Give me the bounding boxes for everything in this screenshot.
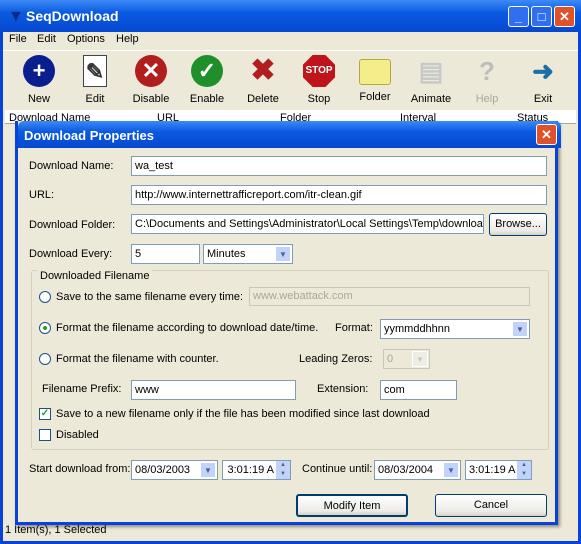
start-date-value: 08/03/2003 <box>135 464 191 476</box>
toolbar-label: Enable <box>189 93 225 105</box>
toolbar-help-button[interactable]: ? Help <box>461 55 513 105</box>
toolbar: + New ✎ Edit ✕ Disable ✓ Enable ✖ Delete STOP Stop F… <box>3 50 578 108</box>
date-format-label: Format the filename according to downloa… <box>56 322 319 334</box>
download-name-label: Download Name: <box>29 160 114 172</box>
spinner-arrows-icon[interactable]: ▲ ▼ <box>276 461 290 479</box>
download-name-input[interactable]: wa_test <box>131 156 547 176</box>
close-button[interactable]: ✕ <box>554 6 575 27</box>
chevron-down-icon: ▼ <box>200 462 216 478</box>
spinner-arrows-icon[interactable]: ▲ ▼ <box>517 461 531 479</box>
url-label: URL: <box>29 189 55 201</box>
toolbar-label: Help <box>475 93 499 105</box>
dialog-title-bar: Download Properties ✕ <box>18 121 561 148</box>
toolbar-label: Animate <box>410 93 452 105</box>
minimize-button[interactable]: _ <box>508 6 529 27</box>
start-download-label: Start download from: <box>29 463 131 475</box>
folder-icon <box>359 59 391 85</box>
check-circle-icon: ✓ <box>191 55 223 87</box>
modified-only-checkbox[interactable]: ✓ <box>39 408 51 420</box>
menu-file[interactable]: File <box>9 33 27 45</box>
chevron-down-icon: ▼ <box>275 246 291 262</box>
leading-zeros-label: Leading Zeros: <box>299 353 373 365</box>
download-folder-label: Download Folder: <box>29 219 116 231</box>
toolbar-label: Exit <box>533 93 553 105</box>
toolbar-new-button[interactable]: + New <box>13 55 65 105</box>
help-icon: ? <box>479 56 495 86</box>
toolbar-edit-button[interactable]: ✎ Edit <box>69 55 121 105</box>
download-every-input[interactable]: 5 <box>131 244 200 264</box>
cancel-button[interactable]: Cancel <box>435 494 547 517</box>
disabled-label: Disabled <box>56 429 99 441</box>
chevron-down-icon: ▼ <box>443 462 459 478</box>
until-date-value: 08/03/2004 <box>378 464 434 476</box>
exit-door-icon: ➜ <box>532 56 554 86</box>
toolbar-label: New <box>27 93 50 105</box>
x-circle-icon: ✕ <box>135 55 167 87</box>
edit-document-icon: ✎ <box>83 55 107 87</box>
browse-button[interactable]: Browse... <box>489 213 547 236</box>
group-label: Downloaded Filename <box>37 270 153 282</box>
radio-same-filename[interactable] <box>39 291 51 303</box>
download-folder-input[interactable]: C:\Documents and Settings\Administrator\… <box>131 214 484 234</box>
toolbar-folder-button[interactable]: Folder <box>349 55 401 103</box>
extension-label: Extension: <box>317 383 369 395</box>
same-filename-label: Save to the same filename every time: <box>56 291 244 303</box>
same-filename-input[interactable]: www.webattack.com <box>249 287 530 306</box>
until-time-value: 3:01:19 A <box>469 464 516 476</box>
interval-unit-select[interactable]: Minutes ▼ <box>203 244 293 264</box>
start-time-spinner[interactable]: 3:01:19 A ▲ ▼ <box>222 460 291 480</box>
title-bar: ▼ SeqDownload _ □ ✕ <box>0 0 581 32</box>
monitor-icon: ▤ <box>418 56 444 86</box>
modified-only-label: Save to a new filename only if the file … <box>56 408 430 420</box>
toolbar-exit-button[interactable]: ➜ Exit <box>517 55 569 105</box>
format-label: Format: <box>335 322 373 334</box>
window-title: SeqDownload <box>26 8 119 24</box>
until-time-spinner[interactable]: 3:01:19 A ▲ ▼ <box>465 460 532 480</box>
app-logo-icon: ▼ <box>8 8 24 25</box>
modify-item-button[interactable]: Modify Item <box>296 494 408 517</box>
download-properties-dialog: Download Properties ✕ Download Name: wa_… <box>15 121 561 525</box>
dialog-close-button[interactable]: ✕ <box>536 124 557 145</box>
download-every-label: Download Every: <box>29 248 113 260</box>
toolbar-label: Disable <box>132 93 170 105</box>
format-value: yymmddhhnn <box>384 323 451 335</box>
menu-bar: File Edit Options Help <box>3 32 578 49</box>
counter-label: Format the filename with counter. <box>56 353 219 365</box>
radio-counter[interactable] <box>39 353 51 365</box>
toolbar-animate-button[interactable]: ▤ Animate <box>405 55 457 105</box>
toolbar-stop-button[interactable]: STOP Stop <box>293 55 345 105</box>
toolbar-disable-button[interactable]: ✕ Disable <box>125 55 177 105</box>
radio-date-format[interactable] <box>39 322 51 334</box>
status-bar: 1 Item(s), 1 Selected <box>5 524 107 536</box>
plus-circle-icon: + <box>23 55 55 87</box>
chevron-down-icon: ▼ <box>412 351 428 367</box>
maximize-button[interactable]: □ <box>531 6 552 27</box>
until-date-picker[interactable]: 08/03/2004 ▼ <box>374 460 461 480</box>
stop-sign-icon: STOP <box>303 55 335 87</box>
toolbar-label: Edit <box>85 93 105 105</box>
interval-unit-value: Minutes <box>207 248 246 260</box>
start-date-picker[interactable]: 08/03/2003 ▼ <box>131 460 218 480</box>
toolbar-delete-button[interactable]: ✖ Delete <box>237 54 289 106</box>
extension-input[interactable]: com <box>380 380 457 400</box>
menu-help[interactable]: Help <box>116 33 139 45</box>
chevron-down-icon: ▼ <box>512 321 528 337</box>
toolbar-label: Folder <box>359 91 391 103</box>
filename-prefix-label: Filename Prefix: <box>42 383 122 395</box>
continue-until-label: Continue until: <box>302 463 373 475</box>
menu-options[interactable]: Options <box>67 33 105 45</box>
filename-prefix-input[interactable]: www <box>131 380 296 400</box>
toolbar-enable-button[interactable]: ✓ Enable <box>181 55 233 105</box>
toolbar-label: Stop <box>307 93 331 105</box>
start-time-value: 3:01:19 A <box>227 464 275 476</box>
delete-x-icon: ✖ <box>250 54 276 87</box>
menu-edit[interactable]: Edit <box>37 33 56 45</box>
format-select[interactable]: yymmddhhnn ▼ <box>380 319 530 339</box>
toolbar-label: Delete <box>247 93 279 105</box>
leading-zeros-select[interactable]: 0 ▼ <box>383 349 430 369</box>
disabled-checkbox[interactable] <box>39 429 51 441</box>
dialog-title: Download Properties <box>24 128 155 143</box>
leading-zeros-value: 0 <box>387 353 394 365</box>
url-input[interactable]: http://www.internettrafficreport.com/itr… <box>131 185 547 205</box>
